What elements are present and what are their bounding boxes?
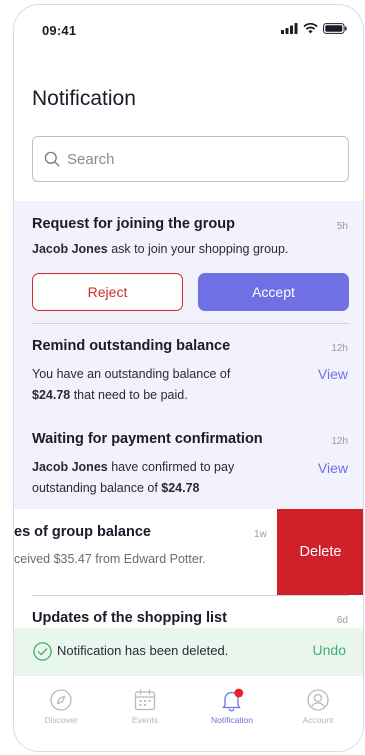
phone-frame: 09:41 Notification Search Request for jo…	[13, 4, 364, 752]
deleted-toast: Notification has been deleted. Undo	[14, 628, 363, 675]
notification-body-line: You have an outstanding balance of	[32, 367, 231, 381]
signal-icon	[281, 23, 298, 34]
notification-body-text: ask to join your shopping group.	[107, 242, 289, 256]
reject-button[interactable]: Reject	[32, 273, 183, 311]
view-link[interactable]: View	[318, 366, 348, 382]
notification-body: Jacob Jones ask to join your shopping gr…	[32, 239, 288, 260]
search-input[interactable]	[67, 150, 327, 168]
divider	[32, 595, 349, 596]
notification-time: 12h	[331, 343, 348, 354]
tab-discover[interactable]: Discover	[29, 688, 93, 725]
notification-body-text: outstanding balance of	[32, 481, 162, 495]
tab-label: Events	[132, 715, 158, 725]
undo-button[interactable]: Undo	[313, 642, 346, 658]
divider	[32, 323, 349, 324]
notification-title: Remind outstanding balance	[32, 338, 231, 354]
view-link[interactable]: View	[318, 460, 348, 476]
balance-amount: $24.78	[161, 481, 200, 495]
tab-notification[interactable]: Notification	[200, 688, 264, 725]
tab-label: Discover	[44, 715, 78, 725]
status-bar: 09:41	[14, 5, 363, 51]
tab-events[interactable]: Events	[113, 688, 177, 725]
compass-icon	[50, 689, 72, 711]
status-icons	[281, 23, 347, 34]
search-icon	[44, 151, 60, 167]
wifi-icon	[303, 23, 318, 34]
notification-body-line: $24.78 that need to be paid.	[32, 385, 188, 406]
notification-body-text: that need to be paid.	[70, 388, 188, 402]
member-name: Jacob Jones	[32, 460, 108, 474]
notification-title: es of group balance	[14, 524, 151, 540]
notification-body-line: Jacob Jones have confirmed to pay	[32, 457, 234, 478]
tab-account[interactable]: Account	[286, 688, 350, 725]
member-name: Jacob Jones	[32, 242, 108, 256]
bell-icon	[222, 688, 244, 712]
delete-button[interactable]: Delete	[277, 509, 363, 595]
check-circle-icon	[33, 642, 52, 661]
battery-icon	[323, 23, 347, 34]
calendar-icon	[134, 689, 156, 711]
notification-title: Waiting for payment confirmation	[32, 431, 263, 447]
notification-title: Request for joining the group	[32, 216, 235, 232]
search-box[interactable]	[32, 136, 349, 182]
notification-time: 1w	[254, 529, 267, 540]
notification-time: 12h	[331, 436, 348, 447]
page-title: Notification	[32, 87, 136, 110]
notification-time: 5h	[336, 221, 348, 232]
tab-label: Notification	[210, 715, 254, 725]
notification-body-text: have confirmed to pay	[107, 460, 235, 474]
toast-message: Notification has been deleted.	[57, 643, 229, 658]
notification-time: 6d	[336, 615, 348, 626]
notification-body-line: outstanding balance of $24.78	[32, 478, 200, 499]
tab-bar: Discover Events Notification Account	[14, 675, 363, 751]
user-icon	[307, 689, 329, 711]
status-time: 09:41	[42, 23, 77, 38]
accept-button[interactable]: Accept	[198, 273, 349, 311]
notification-body: ceived $35.47 from Edward Potter.	[14, 552, 206, 566]
balance-amount: $24.78	[32, 388, 71, 402]
tab-label: Account	[302, 715, 334, 725]
notification-title: Updates of the shopping list	[32, 610, 227, 626]
